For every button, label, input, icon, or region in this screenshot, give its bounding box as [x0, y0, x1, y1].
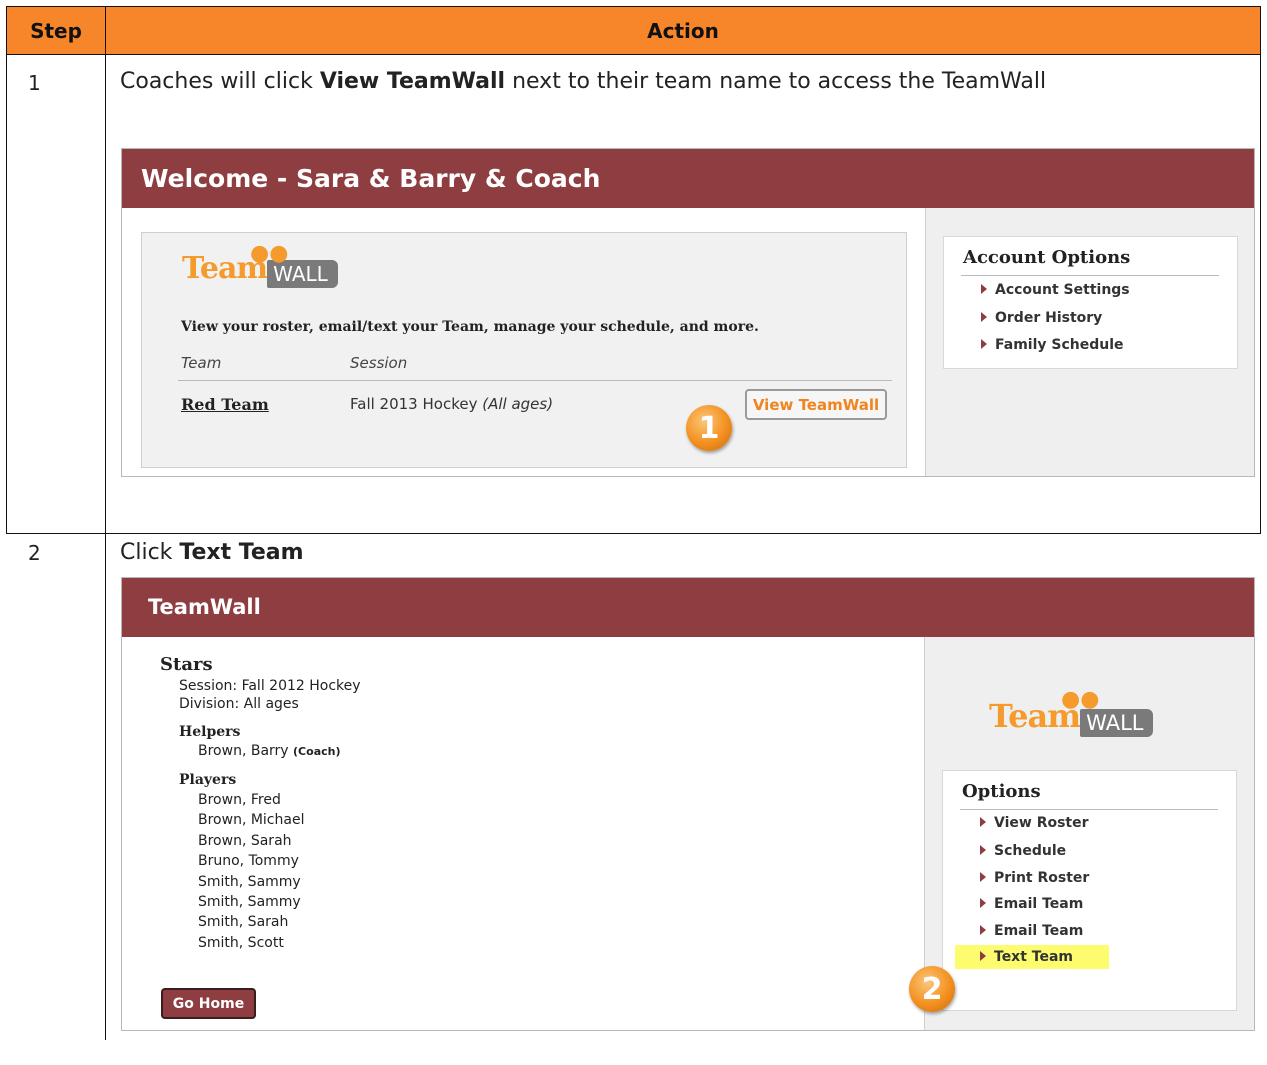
- family-schedule-link[interactable]: Family Schedule: [981, 337, 1124, 353]
- teamwall-title: TeamWall: [122, 578, 1254, 637]
- welcome-title: Welcome - Sara & Barry & Coach: [122, 149, 1254, 208]
- order-history-link[interactable]: Order History: [981, 310, 1102, 326]
- email-team-link[interactable]: Email Team: [980, 896, 1083, 912]
- teamwall-screenshot: TeamWall Stars Session: Fall 2012 Hockey…: [121, 577, 1255, 1031]
- header-divider: [7, 54, 1261, 55]
- caret-right-icon: [980, 817, 986, 827]
- player-item: Brown, Sarah: [198, 833, 292, 849]
- player-item: Smith, Scott: [198, 935, 284, 951]
- text-team-link[interactable]: Text Team: [955, 945, 1109, 969]
- view-teamwall-button[interactable]: View TeamWall: [745, 389, 887, 420]
- go-home-button[interactable]: Go Home: [161, 988, 256, 1019]
- step-number-2: 2: [28, 541, 41, 565]
- team-title: Stars: [160, 654, 213, 675]
- player-item: Brown, Michael: [198, 812, 305, 828]
- table-border-left: [6, 6, 7, 534]
- teamwall-logo: ●● Team WALL: [989, 687, 1154, 737]
- caret-right-icon: [980, 925, 986, 935]
- step-number-1: 1: [28, 71, 41, 95]
- player-item: Smith, Sammy: [198, 874, 301, 890]
- player-item: Smith, Sarah: [198, 914, 289, 930]
- caret-right-icon: [981, 312, 987, 322]
- options-rule: [960, 809, 1218, 810]
- people-icon: ●●: [250, 241, 289, 266]
- caret-right-icon: [980, 951, 986, 961]
- print-roster-link[interactable]: Print Roster: [980, 870, 1089, 886]
- row-divider: [7, 533, 1261, 534]
- player-item: Bruno, Tommy: [198, 853, 299, 869]
- caret-right-icon: [981, 339, 987, 349]
- caret-right-icon: [981, 284, 987, 294]
- account-options-box: Account Options Account Settings Order H…: [943, 236, 1238, 369]
- column-divider: [105, 6, 106, 1040]
- session-line: Session: Fall 2012 Hockey: [179, 678, 361, 694]
- teamwall-logo: ●● Team WALL: [182, 241, 338, 288]
- helpers-label: Helpers: [179, 724, 241, 740]
- step-badge-1: 1: [686, 405, 732, 451]
- team-session: Fall 2013 Hockey (All ages): [350, 395, 554, 413]
- table-border-top: [7, 6, 1261, 7]
- panel-rule: [178, 380, 892, 381]
- schedule-link[interactable]: Schedule: [980, 843, 1066, 859]
- player-item: Brown, Fred: [198, 792, 281, 808]
- table-border-right: [1260, 6, 1261, 534]
- instruction-2: Click Text Team: [120, 540, 304, 565]
- teamwall-panel: ●● Team WALL View your roster, email/text…: [141, 232, 907, 468]
- header-step: Step: [30, 18, 82, 43]
- caret-right-icon: [980, 845, 986, 855]
- teamwall-sidebar: ●● Team WALL Options View Roster Schedule…: [909, 637, 1254, 1030]
- player-item: Smith, Sammy: [198, 894, 301, 910]
- account-options-title: Account Options: [963, 247, 1131, 268]
- caret-right-icon: [980, 898, 986, 908]
- column-session: Session: [350, 354, 408, 372]
- people-icon: ●●: [1061, 687, 1100, 712]
- header-action: Action: [647, 18, 719, 43]
- helper-item: Brown, Barry (Coach): [198, 743, 341, 759]
- column-team: Team: [181, 354, 222, 372]
- caret-right-icon: [980, 872, 986, 882]
- division-line: Division: All ages: [179, 696, 299, 712]
- team-link[interactable]: Red Team: [181, 395, 269, 414]
- welcome-screenshot: Welcome - Sara & Barry & Coach ●● Team WA…: [121, 148, 1255, 477]
- teamwall-description: View your roster, email/text your Team, …: [181, 319, 759, 335]
- account-settings-link[interactable]: Account Settings: [981, 282, 1130, 298]
- view-roster-link[interactable]: View Roster: [980, 815, 1089, 831]
- players-label: Players: [179, 772, 237, 788]
- email-team-link[interactable]: Email Team: [980, 923, 1083, 939]
- welcome-sidebar: Account Options Account Settings Order H…: [925, 208, 1254, 476]
- options-title: Options: [962, 781, 1041, 802]
- instruction-1: Coaches will click View TeamWall next to…: [120, 69, 1047, 94]
- options-box: Options View Roster Schedule Print Roste…: [942, 770, 1237, 1011]
- account-options-rule: [961, 275, 1219, 276]
- step-badge-2: 2: [909, 966, 955, 1012]
